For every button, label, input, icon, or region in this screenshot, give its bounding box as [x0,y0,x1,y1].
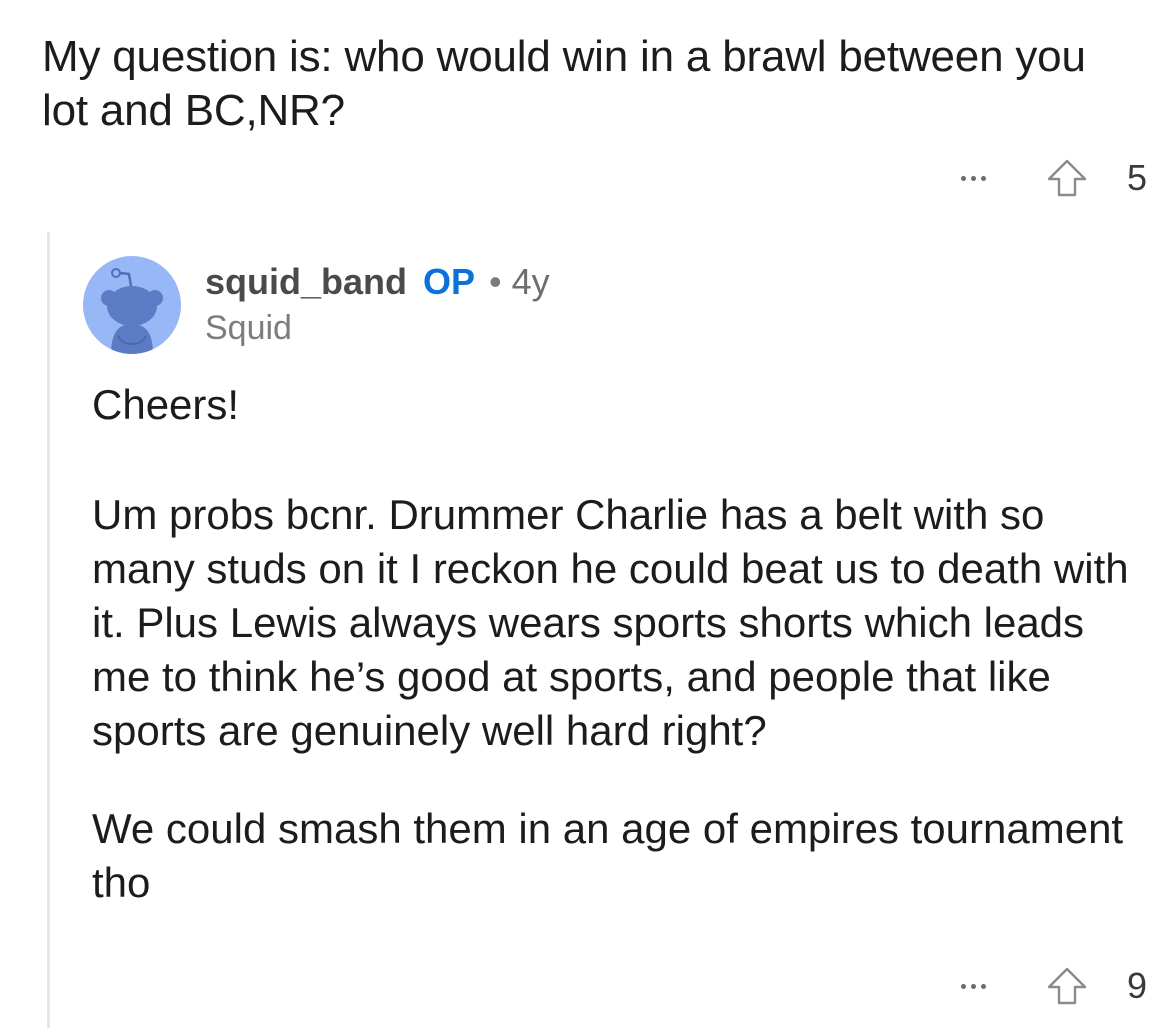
upvote-arrow-icon [1047,967,1087,1005]
user-flair: Squid [205,309,292,347]
thread-line[interactable] [47,232,50,1028]
upvote-button[interactable] [1045,158,1089,198]
more-dots-icon [960,175,966,181]
comment-meta: squid_band OP • 4y Squid [205,258,550,348]
more-dots-icon [960,983,966,989]
more-options-button[interactable] [943,158,1003,198]
upvote-arrow-icon [1047,159,1087,197]
reply-paragraph: Cheers! [92,381,240,428]
more-options-button[interactable] [943,966,1003,1006]
reddit-snoo-avatar-icon [101,268,163,354]
avatar[interactable] [83,256,181,354]
reply-header: squid_band OP • 4y Squid [83,256,550,354]
reply-paragraph: We could smash them in an age of empires… [92,805,1124,906]
reply-comment-actions: 9 [943,965,1147,1006]
username-link[interactable]: squid_band [205,258,407,306]
upvote-button[interactable] [1045,966,1089,1006]
vote-score: 9 [1126,965,1147,1006]
more-dots-icon-dot [970,175,976,181]
reply-comment-body: Cheers! Um probs bcnr. Drummer Charlie h… [92,378,1132,910]
comment-age: 4y [511,261,550,302]
reply-paragraph: Um probs bcnr. Drummer Charlie has a bel… [92,491,1129,754]
vote-score: 5 [1126,157,1147,198]
more-dots-icon-dot [970,983,976,989]
parent-comment-body: My question is: who would win in a brawl… [42,32,1086,135]
op-badge: OP [423,261,476,302]
parent-comment-actions: 5 [943,157,1147,198]
more-dots-icon-dot [980,983,986,989]
more-dots-icon-dot [980,175,986,181]
separator-dot: • [489,261,502,302]
